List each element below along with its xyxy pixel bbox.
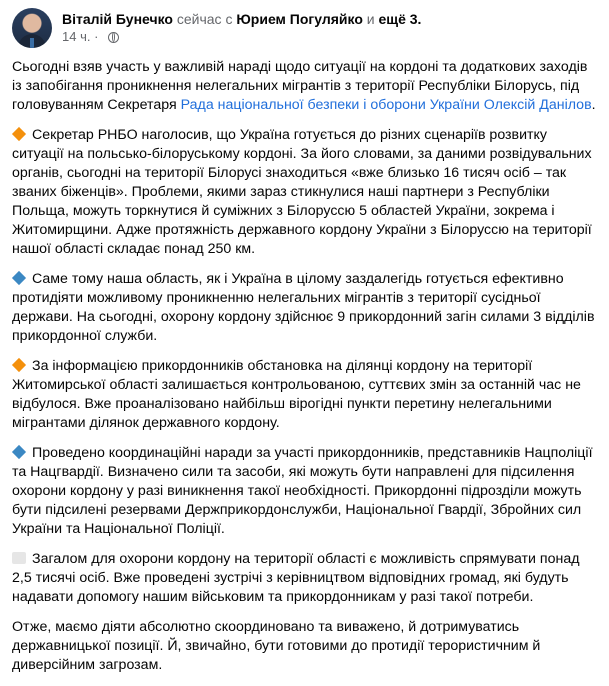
paragraph-6: Загалом для охорони кордону на території… [12,550,598,607]
paragraph-3: Саме тому наша область, як і Україна в ц… [12,270,598,346]
paragraph-6-text: Загалом для охорони кордону на території… [12,551,580,605]
blue-diamond-icon [12,271,26,285]
and-text: и [366,11,375,27]
avatar-tie-shape [30,38,34,48]
paragraph-2: Секретар РНБО наголосив, що Україна готу… [12,126,598,259]
paragraph-3-text: Саме тому наша область, як і Україна в ц… [12,271,595,344]
post-header: Віталій Бунечко сейчас с Юрием Погуляйко… [12,8,597,52]
post-timestamp[interactable]: 14 ч. [62,29,90,44]
paragraph-4-text: За інформацією прикордонників обстановка… [12,358,581,431]
paragraph-4: За інформацією прикордонників обстановка… [12,357,598,433]
globe-icon [108,32,120,43]
paragraph-5: Проведено координаційні наради за участі… [12,444,598,539]
post-content: Сьогодні взяв участь у важливій нараді щ… [12,58,598,686]
paragraph-7-text: Отже, маємо діяти абсолютно скоординован… [12,619,541,673]
page-icon [12,552,26,564]
orange-diamond-icon [12,358,26,372]
paragraph-5-text: Проведено координаційні наради за участі… [12,445,593,537]
paragraph-7: Отже, маємо діяти абсолютно скоординован… [12,618,598,675]
with-text: сейчас с [176,11,233,27]
orange-diamond-icon [12,127,26,141]
post-meta: 14 ч. · [62,29,120,45]
tagged-more-link[interactable]: ещё 3. [379,11,422,27]
paragraph-1: Сьогодні взяв участь у важливій нараді щ… [12,58,598,115]
author-name[interactable]: Віталій Бунечко [62,11,173,27]
paragraph-1-end: . [591,97,596,113]
paragraph-2-text: Секретар РНБО наголосив, що Україна готу… [12,127,592,257]
tagged-person[interactable]: Юрием Погуляйко [236,11,363,27]
blue-diamond-icon [12,445,26,459]
author-avatar[interactable] [12,8,52,48]
rnbo-page-link[interactable]: Рада національної безпеки і оборони Укра… [181,97,592,113]
facebook-post: Віталій Бунечко сейчас с Юрием Погуляйко… [0,0,609,673]
author-line: Віталій Бунечко сейчас с Юрием Погуляйко… [62,10,421,28]
